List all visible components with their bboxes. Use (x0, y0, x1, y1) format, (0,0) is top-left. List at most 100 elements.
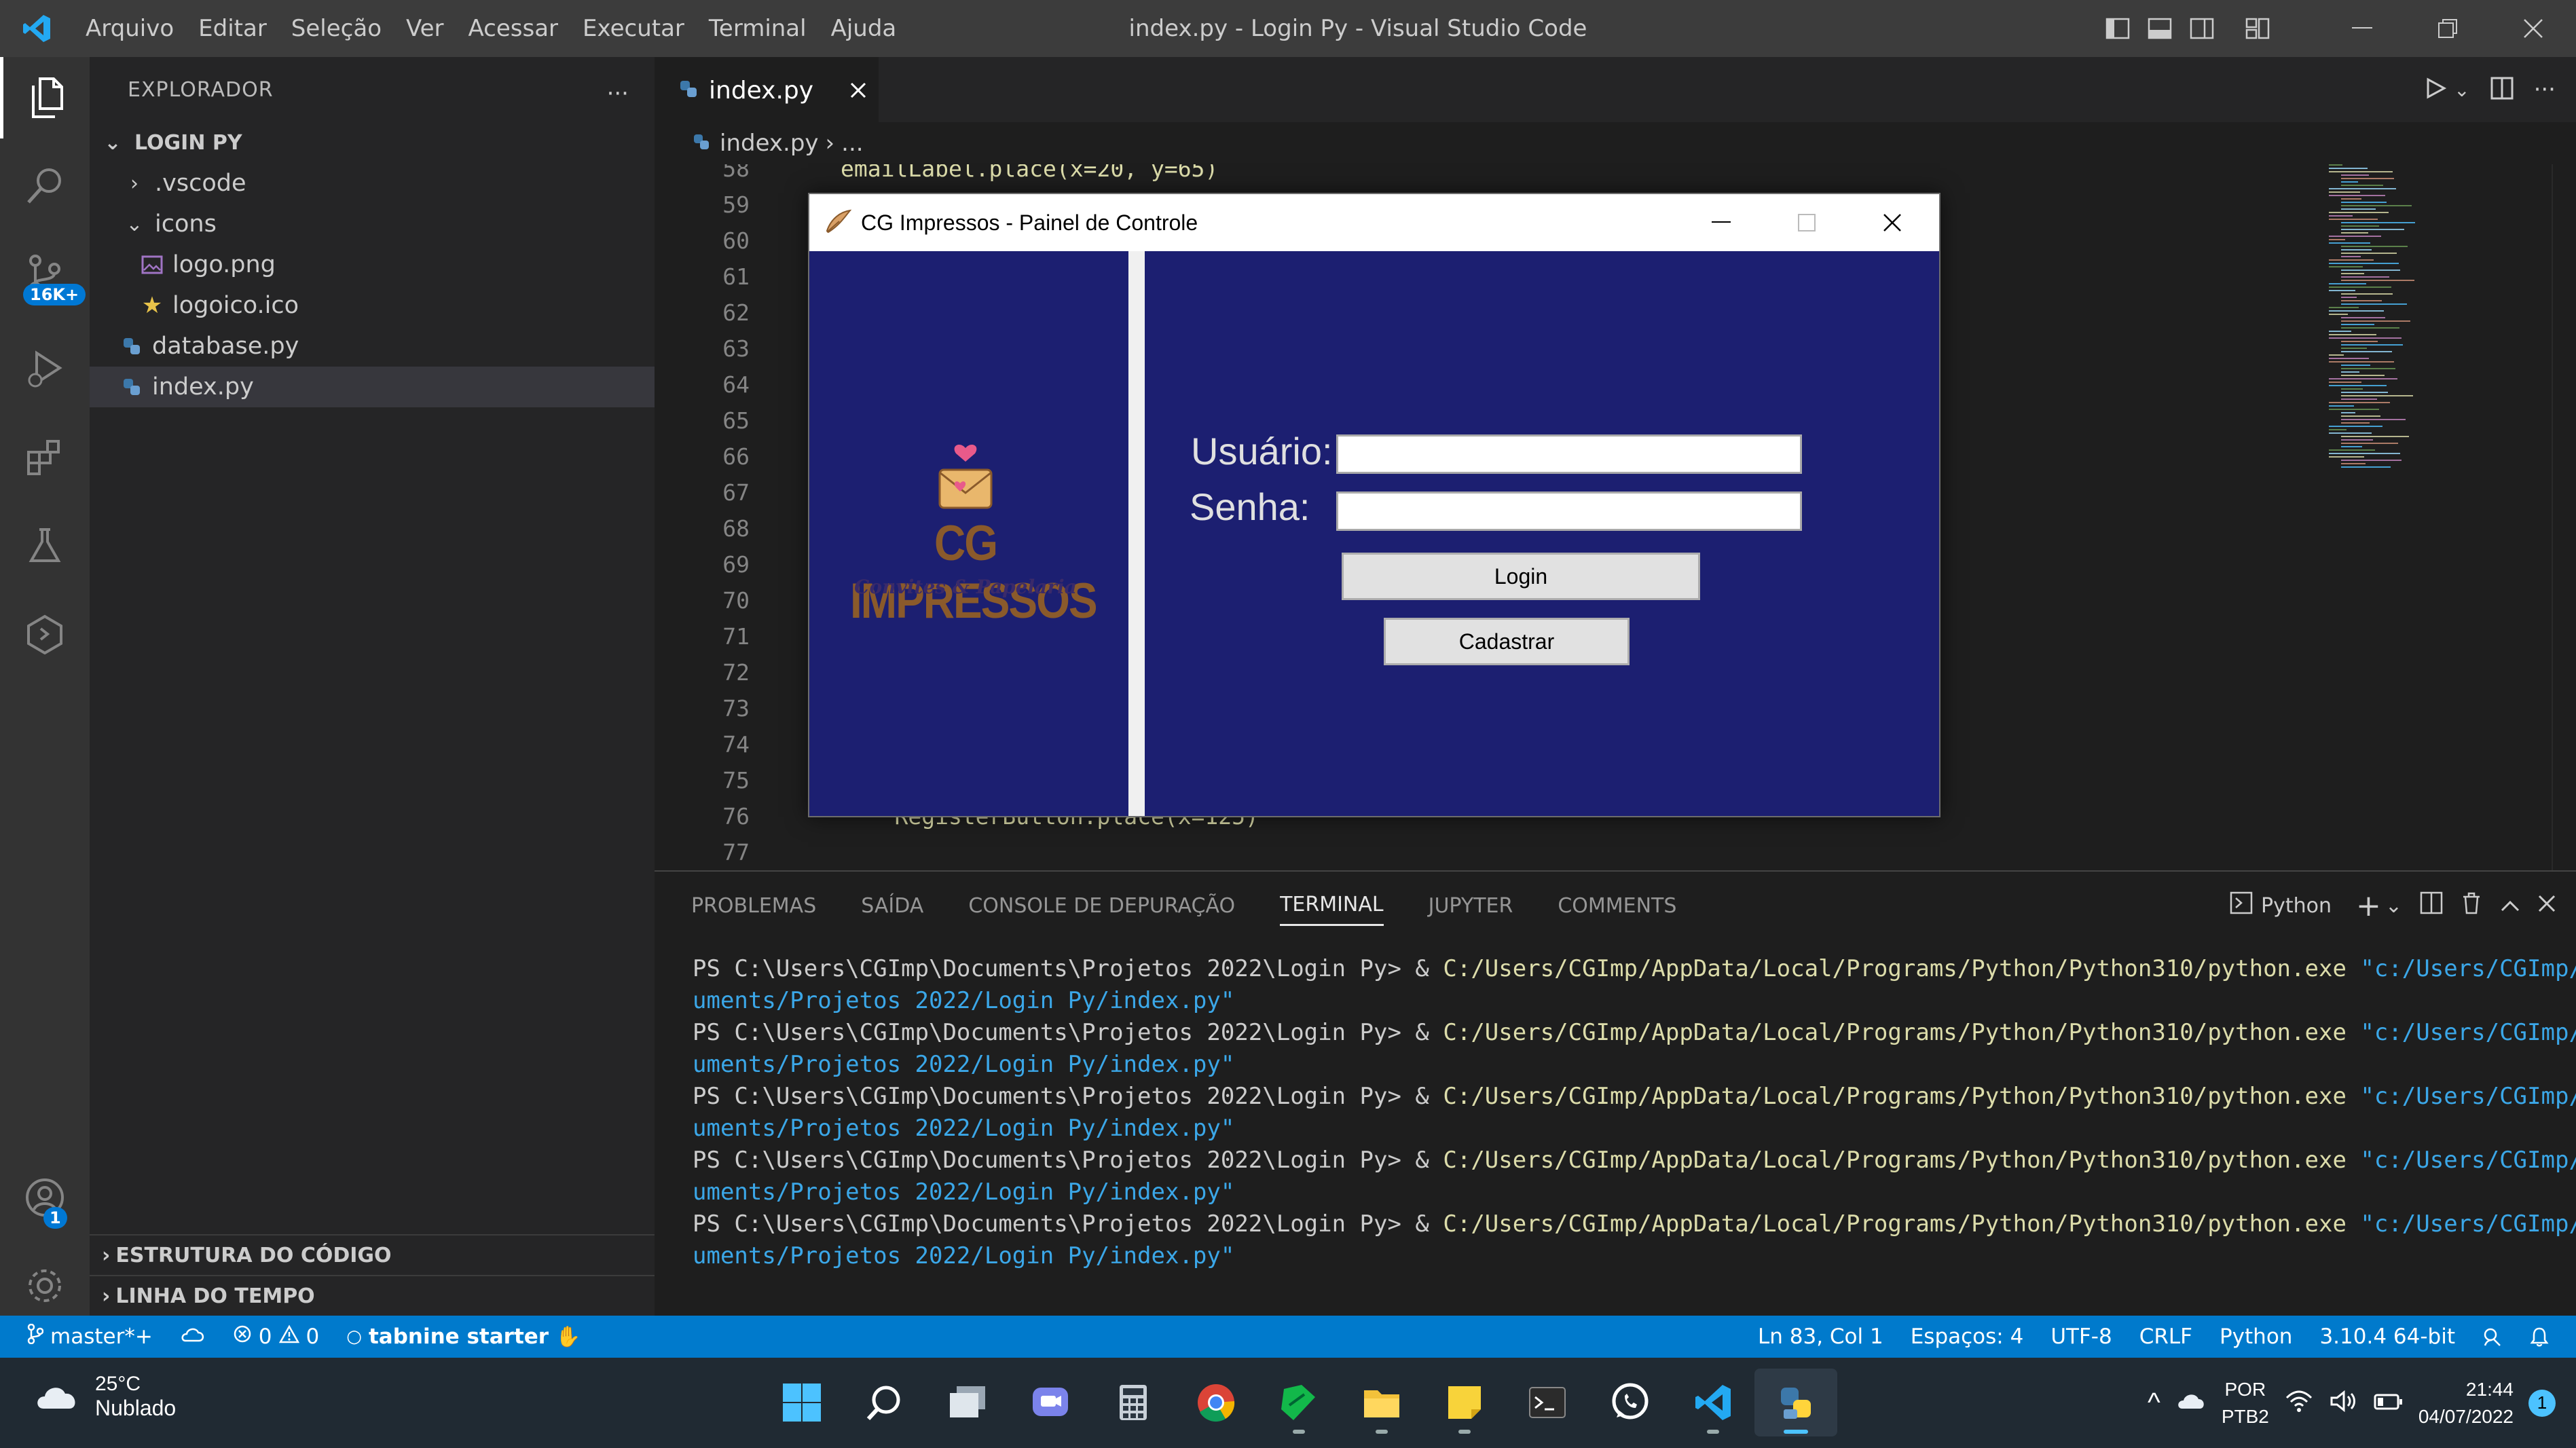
sticky-notes-icon[interactable] (1423, 1369, 1506, 1436)
run-debug-icon[interactable] (0, 329, 90, 410)
tab-terminal[interactable]: TERMINAL (1280, 885, 1384, 926)
close-panel-icon[interactable] (2538, 894, 2556, 918)
menu-executar[interactable]: Executar (570, 0, 697, 57)
more-actions-icon[interactable]: ··· (2534, 76, 2556, 103)
notification-badge[interactable]: 1 (2528, 1389, 2556, 1417)
feedback-icon[interactable] (2469, 1316, 2516, 1358)
tk-close-icon[interactable] (1850, 194, 1935, 251)
tree-item-icons[interactable]: ⌄ icons (90, 204, 655, 244)
language-mode[interactable]: Python (2206, 1316, 2306, 1358)
workspace-root[interactable]: ⌄ LOGIN PY (90, 122, 655, 163)
settings-gear-icon[interactable] (0, 1245, 90, 1326)
restore-icon[interactable] (2405, 0, 2490, 57)
terminal-app-icon[interactable] (1506, 1369, 1589, 1436)
source-control-icon[interactable]: 16K+ (0, 234, 90, 315)
input-language[interactable]: POR PTB2 (2222, 1376, 2269, 1430)
tree-item-database-py[interactable]: database.py (90, 326, 655, 367)
branch-status[interactable]: master*+ (0, 1316, 166, 1358)
tk-minimize-icon[interactable] (1678, 194, 1764, 251)
timeline-section[interactable]: › LINHA DO TEMPO (90, 1275, 655, 1316)
python-taskbar-icon[interactable] (1754, 1369, 1837, 1436)
wifi-icon[interactable] (2284, 1390, 2314, 1416)
breadcrumb-symbol[interactable]: ... (841, 130, 863, 157)
weather-widget[interactable]: 25°C Nublado (34, 1373, 176, 1421)
indentation[interactable]: Espaços: 4 (1897, 1316, 2038, 1358)
battery-icon[interactable] (2374, 1391, 2404, 1415)
remote-explorer-icon[interactable] (0, 593, 90, 675)
outline-section[interactable]: › ESTRUTURA DO CÓDIGO (90, 1234, 655, 1275)
tabnine-icon: ○ (346, 1326, 362, 1347)
maximize-panel-icon[interactable] (2500, 894, 2520, 918)
problems-status[interactable]: 0 0 (219, 1316, 333, 1358)
terminal-arg: "c:/Users/CGImp/Doc (2360, 1083, 2576, 1110)
tree-item-logoico[interactable]: ★ logoico.ico (90, 285, 655, 326)
teams-chat-icon[interactable] (1009, 1369, 1092, 1436)
close-tab-icon[interactable] (850, 77, 866, 105)
login-button[interactable]: Login (1342, 553, 1700, 600)
cursor-position[interactable]: Ln 83, Col 1 (1744, 1316, 1897, 1358)
end-of-line[interactable]: CRLF (2126, 1316, 2206, 1358)
toggle-sidebar-icon[interactable] (2097, 0, 2139, 57)
notifications-bell-icon[interactable] (2516, 1316, 2562, 1358)
run-python-icon[interactable] (2424, 77, 2447, 103)
file-explorer-icon[interactable] (1340, 1369, 1423, 1436)
terminal-output[interactable]: PS C:\Users\CGImp\Documents\Projetos 202… (693, 953, 2576, 1272)
testing-icon[interactable] (0, 505, 90, 587)
menu-selecao[interactable]: Seleção (279, 0, 394, 57)
whatsapp-icon[interactable] (1589, 1369, 1672, 1436)
sync-status[interactable] (166, 1316, 219, 1358)
password-input[interactable] (1336, 491, 1802, 531)
new-terminal-icon[interactable]: + (2356, 889, 2381, 923)
split-editor-icon[interactable] (2490, 77, 2514, 103)
calculator-icon[interactable] (1092, 1369, 1175, 1436)
chevron-up-icon[interactable]: ^ (2148, 1388, 2160, 1418)
python-file-icon (679, 77, 698, 105)
windows-start-icon[interactable] (760, 1369, 843, 1436)
chevron-down-icon[interactable]: ⌄ (2385, 894, 2402, 918)
phone-app-icon[interactable] (1257, 1369, 1340, 1436)
menu-acessar[interactable]: Acessar (456, 0, 571, 57)
username-label: Usuário: (1191, 430, 1333, 472)
encoding[interactable]: UTF-8 (2037, 1316, 2125, 1358)
python-interpreter[interactable]: 3.10.4 64-bit (2306, 1316, 2469, 1358)
menu-arquivo[interactable]: Arquivo (73, 0, 186, 57)
menu-terminal[interactable]: Terminal (697, 0, 819, 57)
trash-icon[interactable] (2461, 891, 2482, 920)
register-button[interactable]: Cadastrar (1384, 618, 1630, 665)
vscode-taskbar-icon[interactable] (1672, 1369, 1754, 1436)
customize-layout-icon[interactable] (2237, 0, 2279, 57)
tree-item-vscode[interactable]: › .vscode (90, 163, 655, 204)
extensions-icon[interactable] (0, 417, 90, 498)
tab-comments[interactable]: COMMENTS (1558, 872, 1676, 940)
chrome-icon[interactable] (1175, 1369, 1257, 1436)
toggle-secondary-sidebar-icon[interactable] (2181, 0, 2223, 57)
toggle-panel-icon[interactable] (2139, 0, 2181, 57)
tab-index-py[interactable]: index.py (655, 57, 879, 122)
menu-ver[interactable]: Ver (394, 0, 456, 57)
vertical-scrollbar[interactable] (2552, 164, 2576, 870)
volume-icon[interactable] (2329, 1390, 2359, 1416)
tab-jupyter[interactable]: JUPYTER (1429, 872, 1513, 940)
tabnine-status[interactable]: ○ tabnine starter ✋ (333, 1316, 594, 1358)
explorer-icon[interactable] (0, 57, 90, 138)
split-terminal-icon[interactable] (2420, 891, 2443, 920)
close-icon[interactable] (2490, 0, 2576, 57)
menu-editar[interactable]: Editar (186, 0, 279, 57)
tab-problemas[interactable]: PROBLEMAS (691, 872, 816, 940)
tree-item-index-py[interactable]: index.py (90, 367, 655, 407)
username-input[interactable] (1336, 434, 1802, 474)
breadcrumb-file[interactable]: index.py (720, 130, 819, 157)
onedrive-cloud-icon[interactable] (2175, 1391, 2207, 1415)
search-icon[interactable] (0, 145, 90, 227)
accounts-icon[interactable]: 1 (0, 1157, 90, 1238)
more-actions-icon[interactable]: ··· (607, 80, 629, 107)
tree-item-logo-png[interactable]: logo.png (90, 244, 655, 285)
tab-saida[interactable]: SAÍDA (861, 872, 923, 940)
minimize-icon[interactable] (2319, 0, 2405, 57)
clock[interactable]: 21:44 04/07/2022 (2418, 1376, 2514, 1430)
terminal-shell-name[interactable]: Python (2261, 894, 2332, 918)
taskbar-search-icon[interactable] (843, 1369, 926, 1436)
task-view-icon[interactable] (926, 1369, 1009, 1436)
chevron-down-icon[interactable]: ⌄ (2454, 79, 2469, 101)
tab-console-depuracao[interactable]: CONSOLE DE DEPURAÇÃO (968, 872, 1235, 940)
